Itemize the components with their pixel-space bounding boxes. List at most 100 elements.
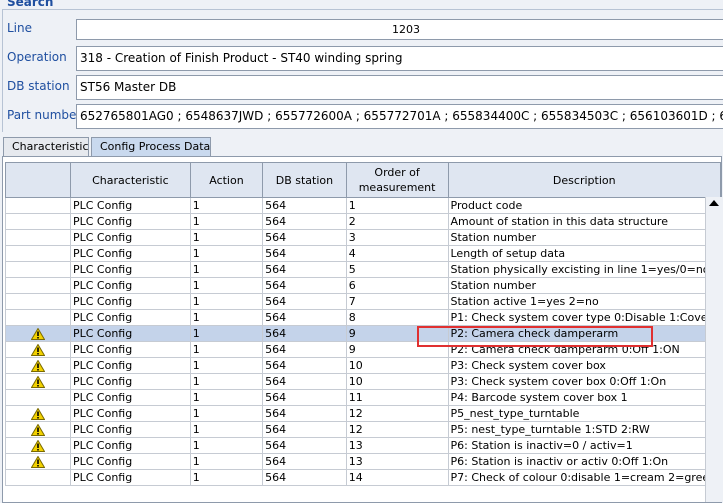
table-row[interactable]: PLC Config 1 564 9 P2: Camera check damperar…	[5, 341, 721, 358]
cell-status	[5, 469, 71, 486]
cell-characteristic: PLC Config	[69, 437, 191, 454]
line-field[interactable]: 1203	[76, 19, 723, 40]
cell-status	[5, 389, 71, 406]
table-row[interactable]: PLC Config 1 564 10 P3: Check system cover b…	[5, 357, 721, 374]
cell-action: 1	[189, 293, 264, 310]
cell-description: P2: Camera check damperarm 0:Off 1:ON	[447, 341, 721, 358]
cell-action: 1	[189, 437, 264, 454]
warning-icon	[30, 327, 45, 340]
cell-description: Station physically excisting in line 1=y…	[447, 261, 721, 278]
header-description[interactable]: Description	[447, 162, 721, 198]
line-label: Line	[7, 21, 33, 35]
table-row[interactable]: PLC Config 1 564 6 Station number	[5, 277, 721, 294]
cell-characteristic: PLC Config	[69, 389, 191, 406]
cell-status	[5, 373, 71, 390]
cell-status	[5, 357, 71, 374]
cell-order: 4	[345, 245, 449, 262]
header-db-station[interactable]: DB station	[262, 162, 347, 198]
cell-db-station: 564	[262, 293, 347, 310]
cell-status	[5, 213, 71, 230]
cell-characteristic: PLC Config	[69, 197, 191, 214]
cell-action: 1	[189, 421, 264, 438]
table-row[interactable]: PLC Config 1 564 3 Station number	[5, 229, 721, 246]
cell-characteristic: PLC Config	[69, 309, 191, 326]
db-station-field[interactable]: ST56 Master DB	[76, 75, 723, 100]
cell-db-station: 564	[262, 453, 347, 470]
cell-action: 1	[189, 325, 264, 342]
cell-order: 9	[345, 325, 449, 342]
warning-icon	[30, 407, 45, 420]
table-row[interactable]: PLC Config 1 564 12 P5_nest_type_turntable	[5, 405, 721, 422]
db-station-label: DB station	[7, 79, 70, 93]
cell-description: P3: Check system cover box 0:Off 1:On	[447, 373, 721, 390]
part-number-label: Part number	[7, 108, 82, 122]
table-row[interactable]: PLC Config 1 564 2 Amount of station in this…	[5, 213, 721, 230]
cell-characteristic: PLC Config	[69, 453, 191, 470]
operation-field[interactable]: 318 - Creation of Finish Product - ST40 …	[76, 46, 723, 71]
table-row[interactable]: PLC Config 1 564 12 P5: nest_type_turntable …	[5, 421, 721, 438]
header-characteristic[interactable]: Characteristic	[69, 162, 191, 198]
cell-characteristic: PLC Config	[69, 421, 191, 438]
table-row[interactable]: PLC Config 1 564 8 P1: Check system cover ty…	[5, 309, 721, 326]
table-row[interactable]: PLC Config 1 564 4 Length of setup data	[5, 245, 721, 262]
table-row[interactable]: PLC Config 1 564 9 P2: Camera check damperar…	[5, 325, 721, 342]
cell-db-station: 564	[262, 341, 347, 358]
header-order-of-measurement[interactable]: Order of measurement	[345, 162, 449, 198]
cell-order: 10	[345, 357, 449, 374]
cell-order: 3	[345, 229, 449, 246]
cell-status	[5, 405, 71, 422]
cell-status	[5, 309, 71, 326]
cell-description: Station number	[447, 277, 721, 294]
table-row[interactable]: PLC Config 1 564 13 P6: Station is inactiv o…	[5, 453, 721, 470]
cell-db-station: 564	[262, 357, 347, 374]
cell-action: 1	[189, 213, 264, 230]
table-row[interactable]: PLC Config 1 564 13 P6: Station is inactiv=0…	[5, 437, 721, 454]
cell-status	[5, 325, 71, 342]
cell-description: P4: Barcode system cover box 1	[447, 389, 721, 406]
table-row[interactable]: PLC Config 1 564 10 P3: Check system cover b…	[5, 373, 721, 390]
cell-characteristic: PLC Config	[69, 469, 191, 486]
cell-status	[5, 245, 71, 262]
vertical-scrollbar[interactable]	[705, 197, 722, 502]
cell-action: 1	[189, 357, 264, 374]
cell-characteristic: PLC Config	[69, 261, 191, 278]
cell-db-station: 564	[262, 325, 347, 342]
cell-db-station: 564	[262, 309, 347, 326]
cell-db-station: 564	[262, 389, 347, 406]
config-table: Characteristic Action DB station Order o…	[5, 162, 721, 486]
cell-status	[5, 293, 71, 310]
cell-status	[5, 229, 71, 246]
cell-order: 2	[345, 213, 449, 230]
arrow-up-icon[interactable]	[709, 200, 719, 206]
config-process-data-panel: Characteristic Action DB station Order o…	[2, 156, 722, 503]
cell-description: P5: nest_type_turntable 1:STD 2:RW	[447, 421, 721, 438]
header-action[interactable]: Action	[189, 162, 264, 198]
table-row[interactable]: PLC Config 1 564 5 Station physically excist…	[5, 261, 721, 278]
cell-description: P5_nest_type_turntable	[447, 405, 721, 422]
cell-action: 1	[189, 373, 264, 390]
table-row[interactable]: PLC Config 1 564 7 Station active 1=yes 2=no	[5, 293, 721, 310]
cell-action: 1	[189, 453, 264, 470]
cell-order: 10	[345, 373, 449, 390]
cell-order: 12	[345, 421, 449, 438]
cell-status	[5, 197, 71, 214]
cell-status	[5, 277, 71, 294]
tab-config-process-data[interactable]: Config Process Data	[91, 137, 211, 156]
part-number-field[interactable]: 652765801AG0 ; 6548637JWD ; 655772600A ;…	[76, 104, 723, 129]
cell-order: 8	[345, 309, 449, 326]
table-row[interactable]: PLC Config 1 564 1 Product code	[5, 197, 721, 214]
table-row[interactable]: PLC Config 1 564 14 P7: Check of colour 0:di…	[5, 469, 721, 486]
cell-order: 13	[345, 453, 449, 470]
cell-db-station: 564	[262, 437, 347, 454]
tab-characteristic[interactable]: Characteristic	[3, 137, 89, 156]
cell-status	[5, 341, 71, 358]
cell-description: P1: Check system cover type 0:Disable 1:…	[447, 309, 721, 326]
cell-action: 1	[189, 229, 264, 246]
cell-action: 1	[189, 341, 264, 358]
cell-action: 1	[189, 277, 264, 294]
cell-order: 14	[345, 469, 449, 486]
header-icon[interactable]	[5, 162, 71, 198]
table-row[interactable]: PLC Config 1 564 11 P4: Barcode system cover…	[5, 389, 721, 406]
cell-characteristic: PLC Config	[69, 341, 191, 358]
cell-characteristic: PLC Config	[69, 357, 191, 374]
